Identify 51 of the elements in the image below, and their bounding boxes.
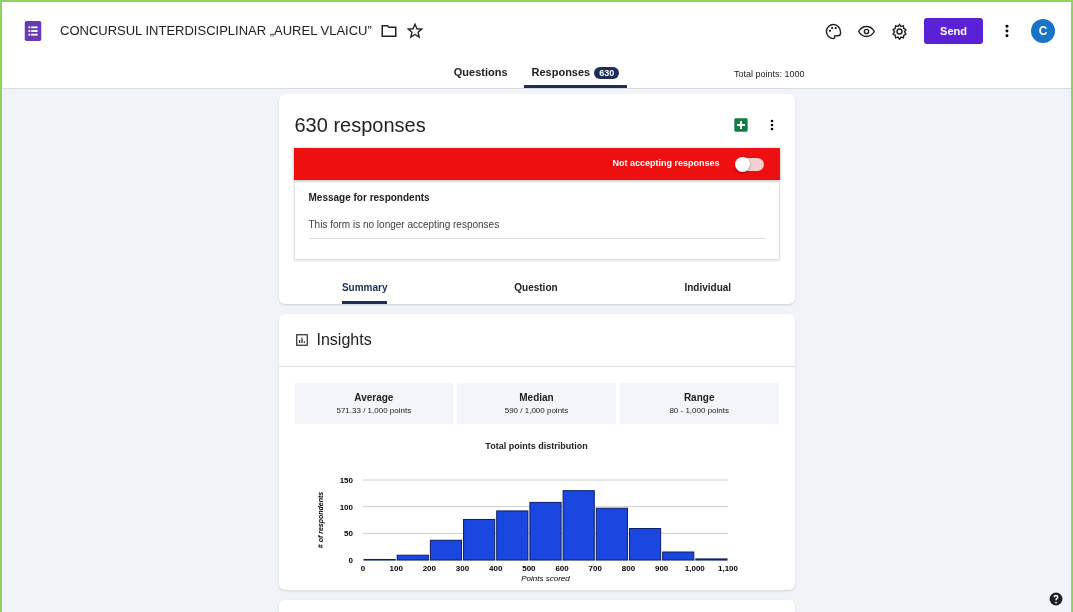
stat-label: Range — [682, 391, 716, 405]
star-icon[interactable] — [405, 22, 424, 40]
insights-title: Insights — [316, 330, 372, 350]
axis-tick-label: 800 — [621, 563, 635, 573]
folder-icon[interactable] — [379, 22, 398, 40]
form-tab[interactable]: Responses 630 — [523, 60, 628, 88]
stat-label: Average — [353, 391, 395, 405]
stat-value: 80 - 1,000 points — [668, 405, 730, 417]
axis-tick-label: 400 — [488, 563, 502, 573]
form-tab[interactable]: Questions — [445, 60, 516, 88]
x-axis-title: Points scored — [520, 573, 570, 582]
axis-tick-label: 0 — [360, 563, 365, 573]
stat-value: 590 / 1,000 points — [503, 405, 570, 417]
view-tab[interactable]: Summary — [341, 276, 388, 304]
document-title: CONCURSUL INTERDISCIPLINAR „AUREL VLAICU” — [60, 22, 372, 41]
message-heading: Message for respondents — [308, 191, 431, 205]
axis-tick-label: 200 — [422, 563, 436, 573]
user-avatar[interactable]: C — [1031, 19, 1055, 43]
axis-tick-label: 0 — [348, 555, 353, 565]
histogram-bar — [562, 489, 595, 560]
accepting-toggle[interactable] — [735, 157, 764, 171]
axis-tick-label: 700 — [588, 563, 602, 573]
forms-logo-icon — [22, 20, 44, 42]
status-label: Not accepting responses — [612, 157, 720, 171]
view-tab[interactable]: Individual — [684, 276, 732, 304]
axis-tick-label: 1,000 — [684, 563, 705, 573]
axis-tick-label: 300 — [455, 563, 469, 573]
axis-tick-label: 500 — [521, 563, 536, 573]
total-points: Total points: 1000 — [734, 68, 805, 81]
send-button[interactable]: Send — [924, 17, 983, 45]
stat-value: 571.33 / 1,000 points — [335, 405, 413, 417]
chart-icon — [294, 333, 309, 347]
axis-tick-label: 900 — [654, 563, 668, 573]
axis-tick-label: 50 — [343, 528, 353, 538]
chart-title: Total points distribution — [484, 440, 589, 453]
message-text: This form is no longer accepting responses — [308, 217, 765, 239]
help-icon[interactable] — [1049, 591, 1063, 606]
settings-icon[interactable] — [891, 22, 909, 40]
axis-tick-label: 100 — [389, 563, 403, 573]
histogram-bar — [495, 509, 528, 560]
histogram-bar — [528, 501, 562, 560]
palette-icon[interactable] — [825, 22, 843, 40]
stat-label: Median — [518, 391, 555, 405]
count-badge: 630 — [594, 67, 620, 80]
view-tab[interactable]: Question — [514, 276, 558, 304]
responses-count: 630 responses — [294, 113, 427, 138]
axis-tick-label: 1,100 — [717, 563, 738, 573]
axis-tick-label: 600 — [554, 563, 569, 573]
axis-tick-label: 150 — [339, 475, 353, 485]
spreadsheet-icon[interactable] — [732, 117, 749, 133]
axis-tick-label: 100 — [339, 502, 353, 512]
